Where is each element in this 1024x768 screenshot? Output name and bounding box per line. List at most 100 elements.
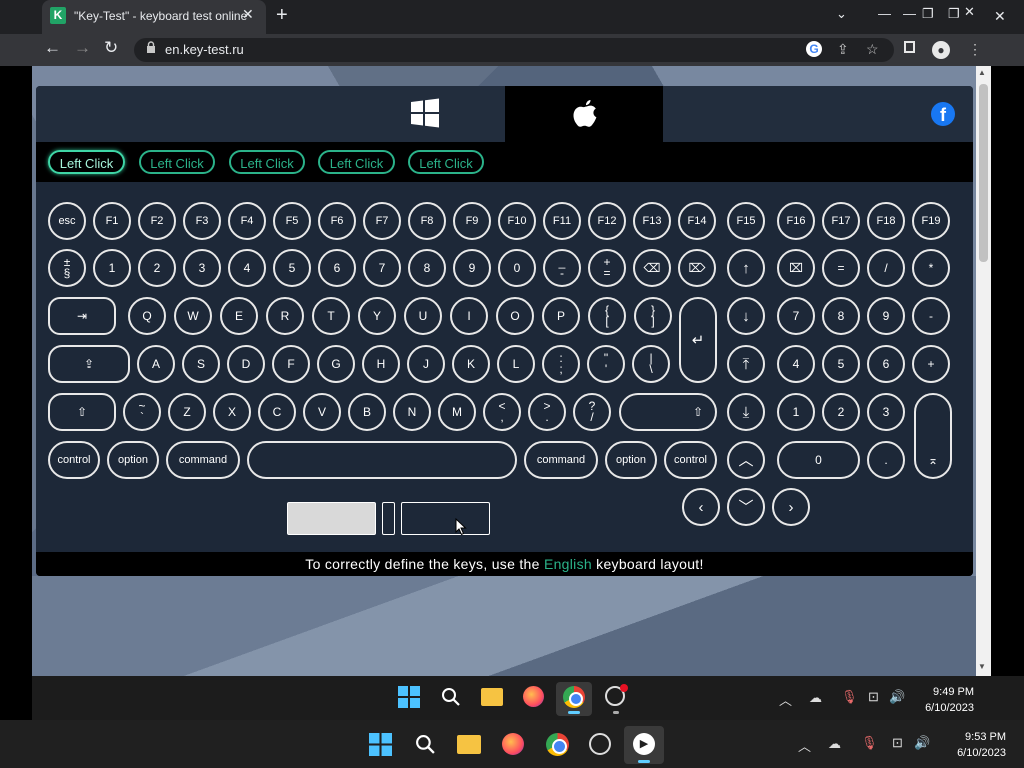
key-7[interactable]: 7 xyxy=(363,249,401,287)
key-section[interactable]: ± § xyxy=(48,249,86,287)
key-right-control[interactable]: control xyxy=(664,441,717,479)
key-n[interactable]: N xyxy=(393,393,431,431)
key-right-bracket[interactable]: } ] xyxy=(634,297,672,335)
outer-obs-icon[interactable] xyxy=(589,733,611,755)
key-f4[interactable]: F4 xyxy=(228,202,266,240)
key-num-3[interactable]: 3 xyxy=(867,393,905,431)
key-g[interactable]: G xyxy=(317,345,355,383)
scroll-down-icon[interactable]: ▼ xyxy=(978,662,986,671)
forward-arrow-icon[interactable]: → xyxy=(74,38,91,58)
key-num-6[interactable]: 6 xyxy=(867,345,905,383)
back-arrow-icon[interactable]: ← xyxy=(44,38,61,58)
outer-volume-icon[interactable]: 🔊 xyxy=(914,735,930,751)
key-arrow-down[interactable]: ﹀ xyxy=(727,488,765,526)
key-tab[interactable]: ⇥ xyxy=(48,297,116,335)
cloud-offline-icon[interactable]: ☁ xyxy=(809,690,822,706)
key-quote[interactable]: " ' xyxy=(587,345,625,383)
key-d[interactable]: D xyxy=(227,345,265,383)
outer-microphone-icon[interactable]: 🎙 xyxy=(861,735,878,751)
key-z[interactable]: Z xyxy=(168,393,206,431)
key-arrow-up[interactable]: ︿ xyxy=(727,441,765,479)
key-i[interactable]: I xyxy=(450,297,488,335)
key-arrow-right[interactable]: › xyxy=(772,488,810,526)
key-f5[interactable]: F5 xyxy=(273,202,311,240)
key-end[interactable]: ⤓ xyxy=(727,393,765,431)
key-f10[interactable]: F10 xyxy=(498,202,536,240)
inner-clock[interactable]: 9:49 PM 6/10/2023 xyxy=(914,684,974,716)
media-player-icon[interactable]: ▶ xyxy=(633,733,655,755)
key-equals[interactable]: + = xyxy=(588,249,626,287)
key-forward-delete[interactable]: ⌦ xyxy=(678,249,716,287)
start-icon[interactable] xyxy=(398,686,420,708)
key-5[interactable]: 5 xyxy=(273,249,311,287)
key-f15[interactable]: F15 xyxy=(727,202,765,240)
key-semicolon[interactable]: : ; xyxy=(542,345,580,383)
key-f8[interactable]: F8 xyxy=(408,202,446,240)
key-num-4[interactable]: 4 xyxy=(777,345,815,383)
key-left-control[interactable]: control xyxy=(48,441,100,479)
key-f7[interactable]: F7 xyxy=(363,202,401,240)
key-q[interactable]: Q xyxy=(128,297,166,335)
key-left-bracket[interactable]: { [ xyxy=(588,297,626,335)
key-num-8[interactable]: 8 xyxy=(822,297,860,335)
apple-logo-icon[interactable] xyxy=(570,98,600,130)
outer-start-icon[interactable] xyxy=(369,733,392,756)
key-c[interactable]: C xyxy=(258,393,296,431)
key-x[interactable]: X xyxy=(213,393,251,431)
key-num-enter[interactable]: ⌅ xyxy=(914,393,952,479)
key-f14[interactable]: F14 xyxy=(678,202,716,240)
key-f17[interactable]: F17 xyxy=(822,202,860,240)
key-w[interactable]: W xyxy=(174,297,212,335)
key-f13[interactable]: F13 xyxy=(633,202,671,240)
key-9[interactable]: 9 xyxy=(453,249,491,287)
key-f9[interactable]: F9 xyxy=(453,202,491,240)
key-num-1[interactable]: 1 xyxy=(777,393,815,431)
key-f11[interactable]: F11 xyxy=(543,202,581,240)
key-v[interactable]: V xyxy=(303,393,341,431)
key-1[interactable]: 1 xyxy=(93,249,131,287)
key-0[interactable]: 0 xyxy=(498,249,536,287)
key-minus[interactable]: _ - xyxy=(543,249,581,287)
key-clear[interactable]: ⌧ xyxy=(777,249,815,287)
key-r[interactable]: R xyxy=(266,297,304,335)
mouse-wheel-zone[interactable] xyxy=(382,502,395,535)
key-num-divide[interactable]: / xyxy=(867,249,905,287)
profile-icon[interactable]: ● xyxy=(932,41,950,59)
outer-search-icon[interactable] xyxy=(415,734,436,755)
google-lens-icon[interactable]: G xyxy=(806,41,822,57)
search-icon[interactable] xyxy=(441,687,461,707)
key-o[interactable]: O xyxy=(496,297,534,335)
key-y[interactable]: Y xyxy=(358,297,396,335)
key-return[interactable]: ↵ xyxy=(679,297,717,383)
key-num-7[interactable]: 7 xyxy=(777,297,815,335)
key-f12[interactable]: F12 xyxy=(588,202,626,240)
key-num-plus[interactable]: + xyxy=(912,345,950,383)
key-h[interactable]: H xyxy=(362,345,400,383)
key-backspace[interactable]: ⌫ xyxy=(633,249,671,287)
tab-search-icon[interactable]: ⌄ xyxy=(836,6,847,22)
key-s[interactable]: S xyxy=(182,345,220,383)
close-tab-icon[interactable]: ✕ xyxy=(242,6,254,23)
key-j[interactable]: J xyxy=(407,345,445,383)
key-num-2[interactable]: 2 xyxy=(822,393,860,431)
key-space[interactable] xyxy=(247,441,517,479)
outer-tray-chevron-up-icon[interactable]: ︿ xyxy=(798,736,811,755)
key-page-up[interactable]: ↑ xyxy=(727,249,765,287)
key-esc[interactable]: esc xyxy=(48,202,86,240)
key-f19[interactable]: F19 xyxy=(912,202,950,240)
firefox-icon[interactable] xyxy=(523,686,544,707)
volume-icon[interactable]: 🔊 xyxy=(889,689,905,705)
minimize-icon[interactable]: — xyxy=(878,6,891,21)
key-page-down[interactable]: ↓ xyxy=(727,297,765,335)
key-left-command[interactable]: command xyxy=(166,441,240,479)
key-backtick[interactable]: ~ ` xyxy=(123,393,161,431)
key-slash[interactable]: ? / xyxy=(573,393,611,431)
key-b[interactable]: B xyxy=(348,393,386,431)
windows-logo-icon[interactable] xyxy=(410,98,440,128)
scrollbar-thumb[interactable] xyxy=(979,84,988,262)
url-text[interactable]: en.key-test.ru xyxy=(165,42,244,57)
key-right-command[interactable]: command xyxy=(524,441,598,479)
key-p[interactable]: P xyxy=(542,297,580,335)
key-a[interactable]: A xyxy=(137,345,175,383)
key-f16[interactable]: F16 xyxy=(777,202,815,240)
